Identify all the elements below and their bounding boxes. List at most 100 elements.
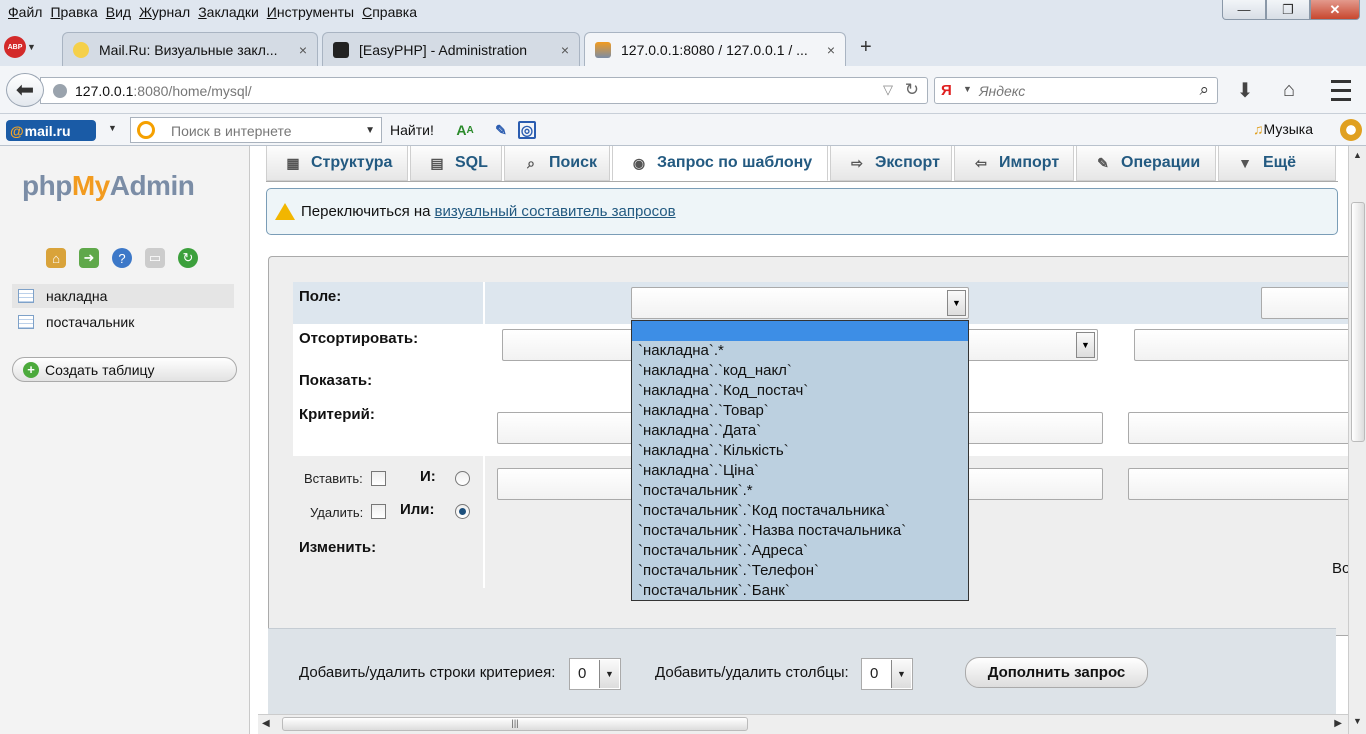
and-radio[interactable] [455,471,470,486]
home-icon[interactable]: ⌂ [1274,76,1304,104]
chevron-down-icon[interactable]: ▼ [599,660,619,688]
tab-export[interactable]: ⇨ Экспорт [830,146,952,181]
mailru-logo[interactable]: @ mail.ru [6,120,96,141]
menu-view[interactable]: Вид [102,4,135,20]
tab-structure[interactable]: ▦ Структура [266,146,408,181]
hamburger-menu-icon[interactable] [1326,76,1356,104]
menu-edit[interactable]: Правка [46,4,101,20]
dropdown-option[interactable]: `накладна`.`код_накл` [632,361,968,381]
tab-easyphp[interactable]: [EasyPHP] - Administration × [322,32,580,66]
dropdown-option[interactable]: `накладна`.`Код_постач` [632,381,968,401]
dropdown-option[interactable]: `постачальник`.`Назва постачальника` [632,521,968,541]
logout-icon[interactable]: ➜ [79,248,99,268]
chevron-down-icon[interactable]: ▼ [108,123,117,133]
tab-sql[interactable]: ▤ SQL [410,146,502,181]
insert-checkbox[interactable] [371,471,386,486]
scroll-right-icon[interactable]: ▶ [1334,718,1342,729]
tab-phpmyadmin[interactable]: 127.0.0.1:8080 / 127.0.0.1 / ... × [584,32,846,66]
dropdown-option[interactable]: `постачальник`.* [632,481,968,501]
scroll-up-icon[interactable]: ▲ [1353,150,1362,160]
vertical-scrollbar[interactable]: ▲ ▼ [1348,146,1366,734]
music-button[interactable]: ♫Музыка [1253,121,1313,137]
tab-import[interactable]: ⇦ Импорт [954,146,1074,181]
menu-bookmarks[interactable]: Закладки [194,4,263,20]
sort-select-2[interactable] [1134,329,1361,361]
chevron-down-icon[interactable]: ▼ [891,660,911,688]
tab-search[interactable]: ⌕ Поиск [504,146,610,181]
url-bar[interactable]: 127.0.0.1:8080/home/mysql/ ▽ ↻ [40,77,928,104]
menu-file[interactable]: Файл [4,4,46,20]
delete-checkbox[interactable] [371,504,386,519]
web-search-input[interactable]: Поиск в интернете ▼ [130,117,382,143]
chevron-down-icon[interactable]: ▼ [27,42,36,52]
back-button[interactable]: ⬅ [6,73,44,107]
zoom-icon[interactable]: ◎ [518,121,536,139]
columns-select[interactable]: 0 ▼ [861,658,913,690]
help-icon[interactable]: ? [112,248,132,268]
update-query-button[interactable]: Дополнить запрос [965,657,1148,688]
menu-help[interactable]: Справка [358,4,421,20]
adblock-icon[interactable]: ABP [4,36,26,58]
tab-query-by-example[interactable]: ◉ Запрос по шаблону [612,146,828,181]
scroll-thumb[interactable]: ||| [282,717,748,731]
or-radio[interactable] [455,504,470,519]
close-window-button[interactable]: ✕ [1310,0,1360,20]
dropdown-option[interactable]: `накладна`.`Кількість` [632,441,968,461]
maximize-button[interactable]: ❐ [1266,0,1310,20]
tab-more[interactable]: ▼ Ещё [1218,146,1336,181]
home-icon[interactable]: ⌂ [46,248,66,268]
close-icon[interactable]: × [299,42,307,58]
create-table-button[interactable]: + Создать таблицу [12,357,237,382]
find-button[interactable]: Найти! [390,122,434,138]
dropdown-option[interactable]: `накладна`.`Товар` [632,401,968,421]
scroll-thumb[interactable] [1351,202,1365,442]
dropdown-option[interactable]: `постачальник`.`Код постачальника` [632,501,968,521]
tab-label: Запрос по шаблону [657,154,813,171]
download-icon[interactable]: ⬇ [1230,76,1260,104]
scroll-down-icon[interactable]: ▼ [1353,716,1362,726]
gear-icon[interactable] [1340,119,1362,141]
dropdown-option[interactable]: `постачальник`.`Банк` [632,581,968,601]
dropdown-option[interactable]: `накладна`.`Дата` [632,421,968,441]
sidebar-item-postachalnyk[interactable]: постачальник [12,310,234,334]
tab-operations[interactable]: ✎ Операции [1076,146,1216,181]
close-icon[interactable]: × [827,42,835,58]
new-tab-button[interactable]: + [860,36,872,59]
or-criteria-input-2[interactable] [1128,468,1361,500]
docs-icon[interactable]: ▭ [145,248,165,268]
rows-select[interactable]: 0 ▼ [569,658,621,690]
chevron-down-icon[interactable]: ▼ [947,290,966,316]
history-dropdown-icon[interactable]: ▽ [883,82,893,98]
phpmyadmin-logo[interactable]: phpMyAdmin [22,170,195,202]
menu-history[interactable]: Журнал [135,4,194,20]
field-dropdown-list[interactable]: `накладна`.* `накладна`.`код_накл` `накл… [631,320,969,601]
tab-label: Поиск [549,154,598,171]
web-search-placeholder: Поиск в интернете [171,123,292,139]
dropdown-option[interactable]: `постачальник`.`Адреса` [632,541,968,561]
visual-builder-link[interactable]: визуальный составитель запросов [435,203,676,220]
sidebar-item-nakladna[interactable]: накладна [12,284,234,308]
tab-mailru[interactable]: Mail.Ru: Визуальные закл... × [62,32,318,66]
dropdown-option[interactable]: `постачальник`.`Телефон` [632,561,968,581]
font-size-icon[interactable]: AA [454,119,476,141]
menu-tools[interactable]: Инструменты [263,4,358,20]
dropdown-option-empty[interactable] [632,321,968,341]
criteria-input-2[interactable] [1128,412,1361,444]
dropdown-option[interactable]: `накладна`.`Ціна` [632,461,968,481]
reload-icon[interactable]: ↻ [905,80,919,100]
field-select-2[interactable] [1261,287,1361,319]
url-text[interactable]: 127.0.0.1:8080/home/mysql/ [75,83,252,99]
dropdown-option[interactable]: `накладна`.* [632,341,968,361]
reload-icon[interactable]: ↻ [178,248,198,268]
highlight-icon[interactable]: ✎ [490,119,512,141]
search-icon[interactable]: ⌕ [1199,80,1209,100]
yandex-search[interactable]: Я ▼ Яндекс ⌕ [934,77,1218,104]
horizontal-scrollbar[interactable]: ◀ ||| ▶ [258,714,1348,734]
scroll-left-icon[interactable]: ◀ [262,718,270,729]
minimize-button[interactable]: — [1222,0,1266,20]
chevron-down-icon[interactable]: ▼ [1076,332,1095,358]
close-icon[interactable]: × [561,42,569,58]
chevron-down-icon[interactable]: ▼ [365,125,375,136]
chevron-down-icon[interactable]: ▼ [963,84,972,94]
field-select[interactable]: ▼ [631,287,969,319]
